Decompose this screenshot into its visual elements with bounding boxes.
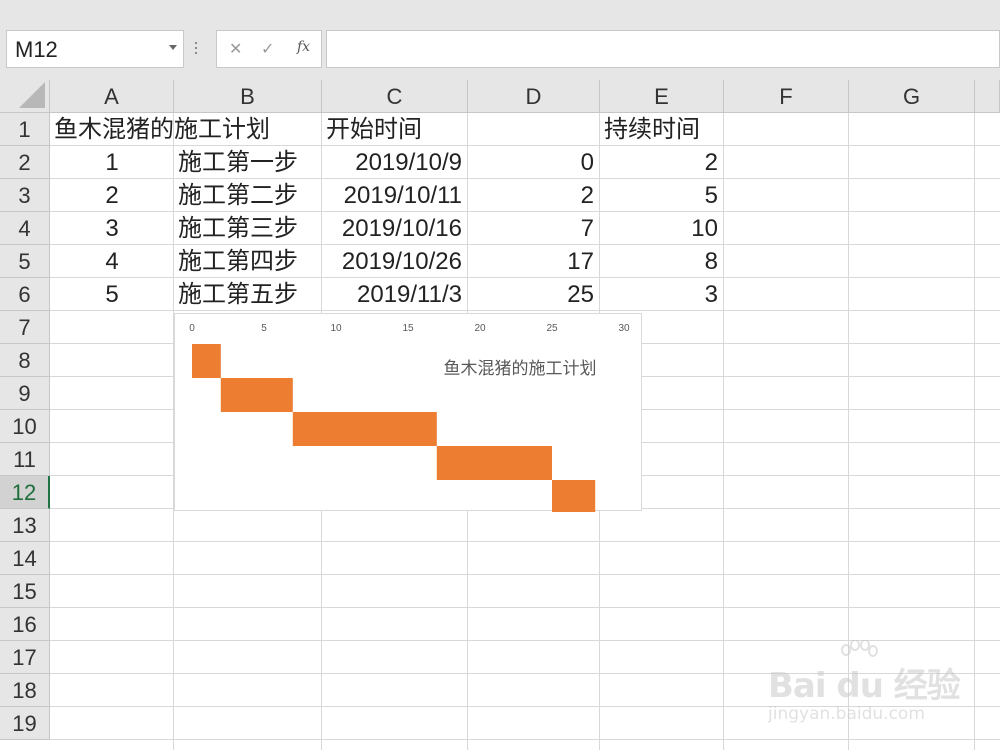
cell-d4[interactable]: 7 — [468, 212, 600, 245]
formula-buttons: ✕ ✓ fx — [216, 30, 322, 68]
row-header-12[interactable]: 12 — [0, 476, 50, 509]
row-header-8[interactable]: 8 — [0, 344, 50, 377]
x-tick-label: 5 — [261, 323, 267, 334]
insert-function-icon[interactable]: fx — [297, 39, 310, 55]
column-header-f[interactable]: F — [724, 80, 849, 113]
row-header-5[interactable]: 5 — [0, 245, 50, 278]
row-header-18[interactable]: 18 — [0, 674, 50, 707]
row-header-19[interactable]: 19 — [0, 707, 50, 740]
row-header-13[interactable]: 13 — [0, 509, 50, 542]
cell-d3[interactable]: 2 — [468, 179, 600, 212]
row-header-15[interactable]: 15 — [0, 575, 50, 608]
cell-c4[interactable]: 2019/10/16 — [322, 212, 468, 245]
row-gridline — [50, 541, 1000, 542]
gantt-bar[interactable] — [192, 344, 221, 378]
cell-e6[interactable]: 3 — [600, 278, 724, 311]
row-header-9[interactable]: 9 — [0, 377, 50, 410]
name-box-value: M12 — [15, 37, 58, 62]
gantt-bar[interactable] — [220, 378, 293, 412]
row-header-16[interactable]: 16 — [0, 608, 50, 641]
select-all-button[interactable] — [0, 80, 50, 113]
column-header-partial[interactable] — [975, 80, 1000, 113]
gantt-chart[interactable]: 0 5 10 15 20 25 30 鱼木混猪的施工计划 — [174, 313, 642, 512]
row-header-7[interactable]: 7 — [0, 311, 50, 344]
select-all-triangle-icon — [19, 82, 45, 108]
cell-a4[interactable]: 3 — [50, 212, 174, 245]
cell-c2[interactable]: 2019/10/9 — [322, 146, 468, 179]
cell-c1[interactable]: 开始时间 — [322, 113, 622, 146]
cell-c5[interactable]: 2019/10/26 — [322, 245, 468, 278]
row-header-6[interactable]: 6 — [0, 278, 50, 311]
x-tick-label: 25 — [546, 323, 558, 334]
watermark-main-text: Bai du 经验 — [768, 666, 961, 706]
cell-e5[interactable]: 8 — [600, 245, 724, 278]
column-header-g[interactable]: G — [849, 80, 975, 113]
cell-a2[interactable]: 1 — [50, 146, 174, 179]
x-tick-label: 15 — [402, 323, 414, 334]
cell-e2[interactable]: 2 — [600, 146, 724, 179]
column-header-c[interactable]: C — [322, 80, 468, 113]
x-tick-label: 0 — [189, 323, 195, 334]
cancel-icon[interactable]: ✕ — [229, 39, 242, 58]
row-gridline — [50, 574, 1000, 575]
cell-a1[interactable]: 鱼木混猪的施工计划 — [50, 113, 350, 146]
cell-d5[interactable]: 17 — [468, 245, 600, 278]
check-icon[interactable]: ✓ — [261, 39, 274, 58]
row-header-10[interactable]: 10 — [0, 410, 50, 443]
cell-a3[interactable]: 2 — [50, 179, 174, 212]
row-header-1[interactable]: 1 — [0, 113, 50, 146]
gantt-bar[interactable] — [436, 446, 552, 480]
row-header-2[interactable]: 2 — [0, 146, 50, 179]
row-header-3[interactable]: 3 — [0, 179, 50, 212]
chart-title[interactable]: 鱼木混猪的施工计划 — [415, 354, 625, 379]
row-header-17[interactable]: 17 — [0, 641, 50, 674]
gantt-bar[interactable] — [552, 480, 596, 512]
grip-dots-icon — [194, 42, 198, 56]
cell-e4[interactable]: 10 — [600, 212, 724, 245]
chevron-down-icon[interactable] — [169, 45, 177, 50]
chart-canvas: 0 5 10 15 20 25 30 — [189, 323, 630, 512]
formula-input[interactable] — [326, 30, 1000, 68]
cell-d2[interactable]: 0 — [468, 146, 600, 179]
watermark-url-text: jingyan.baidu.com — [768, 704, 925, 724]
cell-b3[interactable]: 施工第二步 — [174, 179, 322, 212]
formula-bar-area: M12 ✕ ✓ fx — [0, 0, 1000, 80]
x-tick-label: 10 — [330, 323, 342, 334]
cell-a5[interactable]: 4 — [50, 245, 174, 278]
cell-a6[interactable]: 5 — [50, 278, 174, 311]
column-header-e[interactable]: E — [600, 80, 724, 113]
column-gridline — [974, 113, 975, 750]
row-gridline — [50, 739, 1000, 740]
row-header-11[interactable]: 11 — [0, 443, 50, 476]
cell-e3[interactable]: 5 — [600, 179, 724, 212]
cell-e1[interactable]: 持续时间 — [600, 113, 900, 146]
cell-b5[interactable]: 施工第四步 — [174, 245, 322, 278]
column-header-b[interactable]: B — [174, 80, 322, 113]
name-box[interactable]: M12 — [6, 30, 184, 68]
gantt-bar[interactable] — [292, 412, 437, 446]
cell-d6[interactable]: 25 — [468, 278, 600, 311]
column-header-a[interactable]: A — [50, 80, 174, 113]
cell-b4[interactable]: 施工第三步 — [174, 212, 322, 245]
cell-b6[interactable]: 施工第五步 — [174, 278, 322, 311]
cell-b2[interactable]: 施工第一步 — [174, 146, 322, 179]
row-header-4[interactable]: 4 — [0, 212, 50, 245]
row-gridline — [50, 607, 1000, 608]
column-header-d[interactable]: D — [468, 80, 600, 113]
cell-c3[interactable]: 2019/10/11 — [322, 179, 468, 212]
cell-c6[interactable]: 2019/11/3 — [322, 278, 468, 311]
x-tick-label: 20 — [474, 323, 486, 334]
row-header-14[interactable]: 14 — [0, 542, 50, 575]
x-tick-label: 30 — [618, 323, 630, 334]
baidu-watermark: Bai du 经验 jingyan.baidu.com — [768, 640, 961, 730]
